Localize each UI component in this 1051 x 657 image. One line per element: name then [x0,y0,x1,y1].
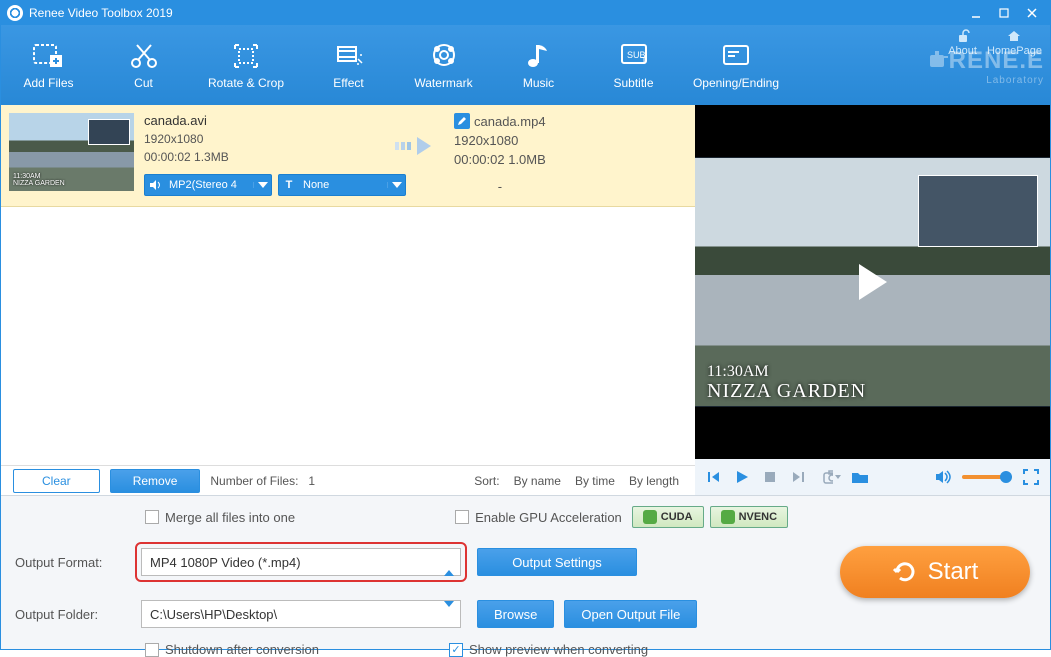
chevron-down-icon [387,182,405,188]
toolbar-right: About HomePage [948,29,1042,57]
volume-button[interactable] [934,468,952,486]
output-folder-dropdown[interactable]: C:\Users\HP\Desktop\ [141,600,461,628]
effect-button[interactable]: Effect [301,25,396,105]
minimize-button[interactable] [964,4,988,22]
edit-output-name-button[interactable] [454,113,470,129]
input-file-name: canada.avi [144,113,384,128]
gpu-checkbox[interactable]: Enable GPU Acceleration [455,510,622,525]
file-thumbnail: 11:30AMNIZZA GARDEN [9,113,134,191]
effect-label: Effect [333,76,363,90]
app-logo-icon [7,5,23,21]
input-file-meta: 00:00:02 1.3MB [144,150,384,164]
file-list: 11:30AMNIZZA GARDEN canada.avi 1920x1080… [1,105,695,495]
preview-place-overlay: NIZZA GARDEN [707,380,866,403]
subtitle-icon: SUBT [617,40,651,70]
list-footer: Clear Remove Number of Files: 1 Sort: By… [1,465,695,495]
refresh-icon [892,559,918,585]
watermark-label: Watermark [414,76,472,90]
text-icon: T [279,179,299,191]
opening-ending-button[interactable]: Opening/Ending [681,25,791,105]
svg-text:T: T [641,56,647,67]
arrow-icon [384,133,444,159]
titlebar: Renee Video Toolbox 2019 [1,1,1050,25]
music-button[interactable]: Music [491,25,586,105]
rotate-crop-label: Rotate & Crop [208,76,284,90]
watermark-icon [427,40,461,70]
add-files-label: Add Files [23,76,73,90]
sort-by-name[interactable]: By name [510,474,565,488]
output-format-label: Output Format: [15,555,125,570]
audio-track-dropdown[interactable]: MP2(Stereo 4 [144,174,272,196]
effect-icon [332,40,366,70]
output-subtitle: - [454,179,546,194]
merge-checkbox[interactable]: Merge all files into one [145,510,295,525]
bottom-panel: Merge all files into one Enable GPU Acce… [1,495,1050,649]
fullscreen-button[interactable] [1022,468,1040,486]
subtitle-label: Subtitle [613,76,653,90]
homepage-button[interactable]: HomePage [987,29,1042,57]
subtitle-button[interactable]: SUBT Subtitle [586,25,681,105]
app-title: Renee Video Toolbox 2019 [29,6,960,20]
watermark-button[interactable]: Watermark [396,25,491,105]
subtitle-track-dropdown[interactable]: T None [278,174,406,196]
play-overlay-icon [859,264,887,300]
speaker-icon [145,179,165,191]
open-output-file-button[interactable]: Open Output File [564,600,697,628]
sort-label: Sort: [470,474,503,488]
output-folder-label: Output Folder: [15,607,125,622]
music-icon [522,40,556,70]
output-file-info: canada.mp4 1920x1080 00:00:02 1.0MB - [454,113,546,194]
play-button[interactable] [733,468,751,486]
nvenc-badge: NVENC [710,506,789,528]
prev-button[interactable] [705,468,723,486]
clear-button[interactable]: Clear [13,469,100,493]
next-button[interactable] [789,468,807,486]
preview-video[interactable]: 11:30AM NIZZA GARDEN [695,105,1050,459]
rotate-crop-button[interactable]: Rotate & Crop [191,25,301,105]
output-settings-button[interactable]: Output Settings [477,548,637,576]
cut-button[interactable]: Cut [96,25,191,105]
opening-ending-icon [719,40,753,70]
cuda-badge: CUDA [632,506,704,528]
file-count-label: Number of Files: [210,474,298,488]
main-area: 11:30AMNIZZA GARDEN canada.avi 1920x1080… [1,105,1050,495]
add-files-button[interactable]: Add Files [1,25,96,105]
preview-controls [695,459,1050,495]
output-format-highlight: MP4 1080P Video (*.mp4) [135,542,467,582]
browse-button[interactable]: Browse [477,600,554,628]
opening-ending-label: Opening/Ending [693,76,779,90]
output-file-meta: 00:00:02 1.0MB [454,152,546,167]
music-label: Music [523,76,554,90]
file-row[interactable]: 11:30AMNIZZA GARDEN canada.avi 1920x1080… [1,105,695,207]
main-toolbar: Add Files Cut Rotate & Crop Effect Water… [1,25,1050,105]
input-file-info: canada.avi 1920x1080 00:00:02 1.3MB MP2(… [144,113,384,196]
cut-icon [127,40,161,70]
open-file-button[interactable] [851,468,869,486]
preview-time-overlay: 11:30AM [707,363,769,381]
start-button[interactable]: Start [840,546,1030,598]
maximize-button[interactable] [992,4,1016,22]
output-file-name: canada.mp4 [474,114,546,129]
stop-button[interactable] [761,468,779,486]
chevron-down-icon [253,182,271,188]
cut-label: Cut [134,76,153,90]
output-file-resolution: 1920x1080 [454,133,546,148]
remove-button[interactable]: Remove [110,469,201,493]
preview-panel: 11:30AM NIZZA GARDEN [695,105,1050,495]
snapshot-button[interactable] [823,468,841,486]
sort-by-time[interactable]: By time [571,474,619,488]
rotate-crop-icon [229,40,263,70]
add-files-icon [32,40,66,70]
about-button[interactable]: About [948,29,977,57]
input-file-resolution: 1920x1080 [144,132,384,146]
close-button[interactable] [1020,4,1044,22]
output-format-dropdown[interactable]: MP4 1080P Video (*.mp4) [141,548,461,576]
volume-slider[interactable] [962,475,1012,479]
sort-by-length[interactable]: By length [625,474,683,488]
file-count: 1 [308,474,315,488]
